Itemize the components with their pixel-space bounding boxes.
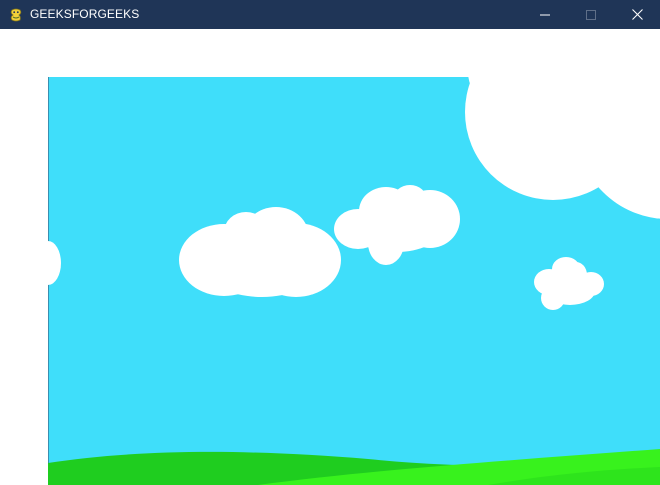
- game-scene: [48, 77, 660, 485]
- window-title: GEEKSFORGEEKS: [30, 7, 140, 21]
- window-controls: [522, 0, 660, 29]
- title-bar[interactable]: GEEKSFORGEEKS: [0, 0, 660, 29]
- game-window: GEEKSFORGEEKS: [0, 0, 660, 485]
- game-canvas[interactable]: [48, 77, 660, 485]
- maximize-icon: [586, 9, 596, 20]
- minimize-button[interactable]: [522, 0, 568, 29]
- close-button[interactable]: [614, 0, 660, 29]
- minimize-icon: [540, 14, 550, 15]
- close-icon: [631, 9, 643, 20]
- pygame-snake-icon: [10, 8, 22, 21]
- maximize-button[interactable]: [568, 0, 614, 29]
